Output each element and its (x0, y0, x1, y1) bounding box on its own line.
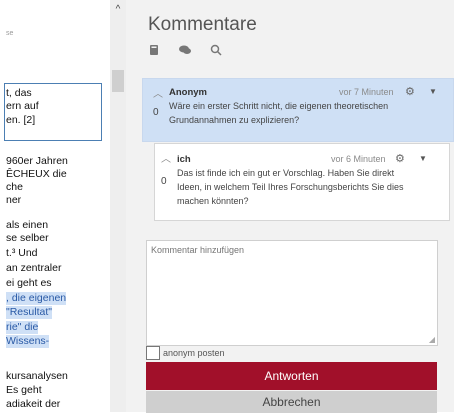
anonymous-checkbox[interactable] (146, 346, 160, 360)
doc-line: als einen (6, 219, 49, 231)
comment-text: Wäre ein erster Schritt nicht, die eigen… (169, 101, 389, 111)
anonymous-option[interactable]: anonym posten (146, 346, 225, 360)
document-scrollbar[interactable]: ^ (110, 0, 126, 412)
doc-line: an zentraler (6, 262, 62, 274)
doc-line-highlighted: Wissens- (6, 335, 50, 348)
doc-line: t, das (6, 87, 32, 99)
gear-icon[interactable]: ⚙ (405, 85, 415, 98)
comment-composer: ◢ (146, 240, 438, 346)
doc-line: ern auf (6, 100, 39, 112)
comment-card[interactable]: ︿ 0 Anonym vor 7 Minuten ⚙ ▼ Wäre ein er… (142, 78, 454, 142)
comment-author: Anonym (169, 87, 207, 98)
anonymous-label: anonym posten (163, 348, 225, 358)
comment-text: Ideen, in welchem Teil Ihres Forschungsb… (177, 182, 404, 192)
search-icon[interactable] (210, 44, 222, 59)
doc-line: ner (6, 194, 22, 206)
comment-author: ich (177, 154, 191, 165)
doc-line: adiakeit der (6, 398, 61, 410)
doc-line-highlighted: , die eigenen (6, 292, 67, 305)
doc-line: Es geht (6, 384, 42, 396)
doc-line: che (6, 181, 23, 193)
scroll-up-icon[interactable]: ^ (110, 4, 126, 15)
reply-button[interactable]: Antworten (146, 362, 437, 390)
cancel-button[interactable]: Abbrechen (146, 391, 437, 413)
panel-title: Kommentare (148, 14, 257, 35)
comment-text: machen könnten? (177, 196, 249, 206)
doc-line: se selber (6, 232, 49, 244)
panel-toolbar (148, 44, 222, 59)
doc-line: ei geht es (6, 277, 52, 289)
chevron-up-icon[interactable]: ︿ (153, 85, 163, 100)
comments-panel: Kommentare ︿ 0 Anonym vor 7 Minuten ⚙ ▼ … (126, 0, 454, 413)
comment-time: vor 6 Minuten (331, 154, 386, 164)
book-icon[interactable] (148, 44, 160, 59)
doc-line: ÊCHEUX die (6, 168, 67, 180)
document-hint: se (6, 30, 14, 37)
comment-time: vor 7 Minuten (339, 87, 394, 97)
reply-count: 0 (161, 176, 167, 187)
doc-line: 960er Jahren (6, 155, 68, 167)
doc-line: en. [2] (6, 114, 36, 126)
doc-line: kursanalysen (6, 370, 68, 382)
gear-icon[interactable]: ⚙ (395, 152, 405, 165)
chevron-up-icon[interactable]: ︿ (161, 150, 171, 165)
doc-line: t.³ Und (6, 247, 38, 259)
comment-text: Grundannahmen zu explizieren? (169, 115, 300, 125)
comment-card[interactable]: ︿ 0 ich vor 6 Minuten ⚙ ▼ Das ist finde … (154, 143, 450, 221)
comment-text: Das ist finde ich ein gut er Vorschlag. … (177, 168, 395, 178)
chat-icon[interactable] (178, 44, 192, 59)
chevron-down-icon[interactable]: ▼ (429, 87, 437, 96)
scrollbar-thumb[interactable] (112, 70, 124, 92)
doc-line-highlighted: "Resultat" (6, 306, 52, 319)
comment-input[interactable] (147, 241, 437, 345)
doc-line-highlighted: rie" die (6, 321, 39, 334)
document-pane: se t, das ern auf en. [2] 960er Jahren Ê… (0, 0, 110, 412)
reply-count: 0 (153, 107, 159, 118)
resize-grip-icon[interactable]: ◢ (429, 335, 435, 344)
chevron-down-icon[interactable]: ▼ (419, 154, 427, 163)
